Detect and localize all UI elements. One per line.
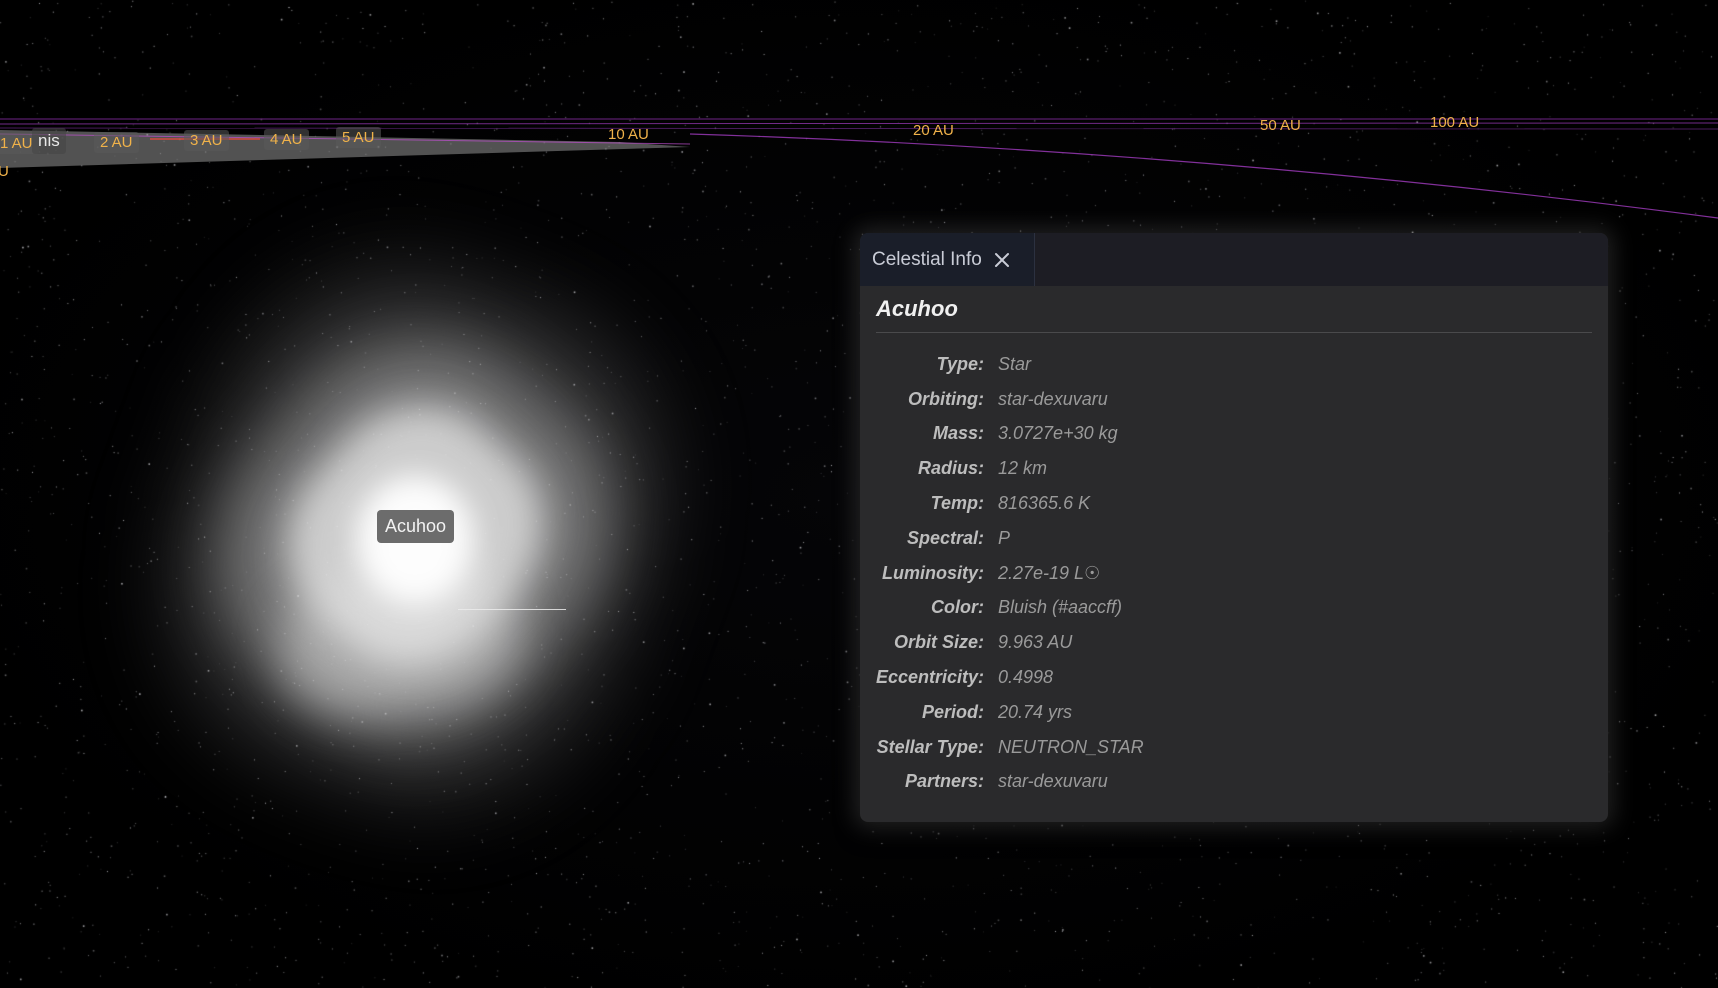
scale-label-10au: 10 AU [608, 126, 649, 143]
orbit-line [689, 133, 1718, 219]
property-key: Type: [936, 353, 984, 374]
property-key: Orbiting: [908, 388, 984, 409]
scale-label-2au: 2 AU [94, 132, 139, 153]
property-key: Temp: [930, 493, 984, 514]
property-key: Radius: [917, 458, 984, 479]
property-row: Radius: 12 km [860, 451, 1608, 486]
star-name-label[interactable]: Acuhoo [377, 510, 455, 543]
property-row: Mass: 3.0727e+30 kg [860, 417, 1608, 452]
property-row: Stellar Type: NEUTRON_STAR [860, 730, 1608, 765]
property-key: Period: [921, 701, 984, 722]
property-value: 816365.6 K [998, 493, 1091, 514]
property-key: Color: [931, 597, 984, 618]
property-key: Eccentricity: [875, 667, 984, 688]
property-value: 0.4998 [998, 667, 1054, 688]
property-key: Stellar Type: [876, 736, 984, 757]
property-value: 20.74 yrs [998, 701, 1073, 722]
property-value: P [998, 527, 1011, 548]
property-key: Orbit Size: [893, 632, 984, 653]
tab-label: Celestial Info [872, 248, 982, 270]
property-row: Orbit Size: 9.963 AU [860, 625, 1608, 660]
property-value: 9.963 AU [998, 632, 1073, 653]
property-value: NEUTRON_STAR [998, 736, 1144, 757]
property-key: Partners: [904, 771, 984, 792]
scale-label-3au: 3 AU [184, 130, 229, 151]
property-row: Eccentricity: 0.4998 [860, 660, 1608, 695]
property-value: 12 km [998, 458, 1048, 479]
property-row: Period: 20.74 yrs [860, 695, 1608, 730]
panel-title: Acuhoo [876, 296, 1592, 333]
property-value: 3.0727e+30 kg [998, 423, 1118, 444]
property-row: Partners: star-dexuvaru [860, 765, 1608, 800]
property-row: Type: Star [860, 347, 1608, 382]
close-icon[interactable] [992, 250, 1012, 270]
celestial-info-panel: Celestial Info Acuhoo Type: Star Orbitin… [860, 233, 1608, 822]
star-orbit-indicator [458, 609, 566, 610]
property-value: Bluish (#aaccff) [998, 597, 1123, 618]
tab-celestial-info[interactable]: Celestial Info [860, 233, 1035, 286]
panel-tab-bar: Celestial Info [860, 233, 1608, 286]
property-row: Color: Bluish (#aaccff) [860, 591, 1608, 626]
property-row: Orbiting: star-dexuvaru [860, 382, 1608, 417]
property-value: star-dexuvaru [998, 771, 1108, 792]
property-value: 2.27e-19 L☉ [998, 562, 1101, 583]
property-key: Mass: [932, 423, 984, 444]
property-key: Spectral: [906, 527, 984, 548]
property-row: Luminosity: 2.27e-19 L☉ [860, 556, 1608, 591]
nearby-body-label[interactable]: nis [32, 128, 66, 154]
scale-label-4au: 4 AU [264, 129, 309, 150]
property-value: Star [998, 353, 1032, 374]
scale-label-partial: U [0, 163, 9, 180]
scale-label-20au: 20 AU [913, 122, 954, 139]
property-list: Type: Star Orbiting: star-dexuvaru Mass:… [860, 347, 1608, 799]
scale-label-100au: 100 AU [1430, 114, 1480, 131]
scale-label-5au: 5 AU [336, 127, 381, 148]
property-row: Temp: 816365.6 K [860, 486, 1608, 521]
property-key: Luminosity: [882, 562, 984, 583]
scale-label-50au: 50 AU [1260, 117, 1301, 134]
space-viewport[interactable]: U 1 AU nis 2 AU 3 AU 4 AU 5 AU 10 AU 20 … [0, 0, 1718, 988]
property-value: star-dexuvaru [998, 388, 1108, 409]
property-row: Spectral: P [860, 521, 1608, 556]
